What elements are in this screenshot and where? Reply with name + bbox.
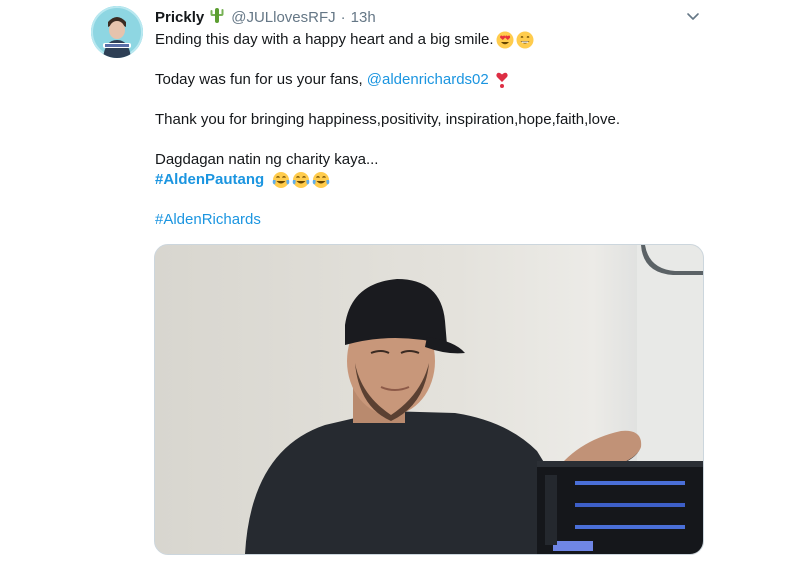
tweet-text-line-3: Thank you for bringing happiness,positiv… [155,111,620,128]
display-name[interactable]: Prickly [155,9,204,26]
tweet-header: Prickly @JULlovesRFJ · 13h [155,7,376,27]
hashtag-link-aldenrichards[interactable]: #AldenRichards [155,210,261,230]
tweet-line: Dagdagan natin ng charity kaya... [155,150,715,170]
tweet-line: #AldenPautang [155,170,715,190]
timestamp[interactable]: 13h [351,9,376,26]
grinning-emoji-icon [516,31,534,49]
hashtag-link-aldenpautang[interactable]: #AldenPautang [155,170,264,190]
tears-of-joy-emoji-icon [312,171,330,189]
tweet-text-line-4: Dagdagan natin ng charity kaya... [155,151,379,168]
mention-link[interactable]: @aldenrichards02 [367,70,489,90]
tweet-line: Ending this day with a happy heart and a… [155,30,715,50]
avatar-image [91,6,143,58]
chevron-down-icon[interactable] [684,7,702,25]
tweet-line: #AldenRichards [155,210,715,230]
tweet-text-line-2: Today was fun for us your fans, [155,71,363,88]
heart-eyes-emoji-icon [496,31,514,49]
tweet-text: Ending this day with a happy heart and a… [155,30,715,230]
tweet-line: Thank you for bringing happiness,positiv… [155,110,715,130]
tweet-photo[interactable] [154,244,704,555]
user-handle[interactable]: @JULlovesRFJ [231,9,335,26]
cactus-icon [209,6,225,28]
heart-exclamation-emoji-icon [493,71,511,89]
separator-dot: · [340,8,346,26]
tears-of-joy-emoji-icon [292,171,310,189]
avatar[interactable] [91,6,143,58]
tears-of-joy-emoji-icon [272,171,290,189]
photo-image [155,245,703,554]
tweet-line: Today was fun for us your fans, @aldenri… [155,70,715,90]
tweet-text-line-1: Ending this day with a happy heart and a… [155,31,494,48]
